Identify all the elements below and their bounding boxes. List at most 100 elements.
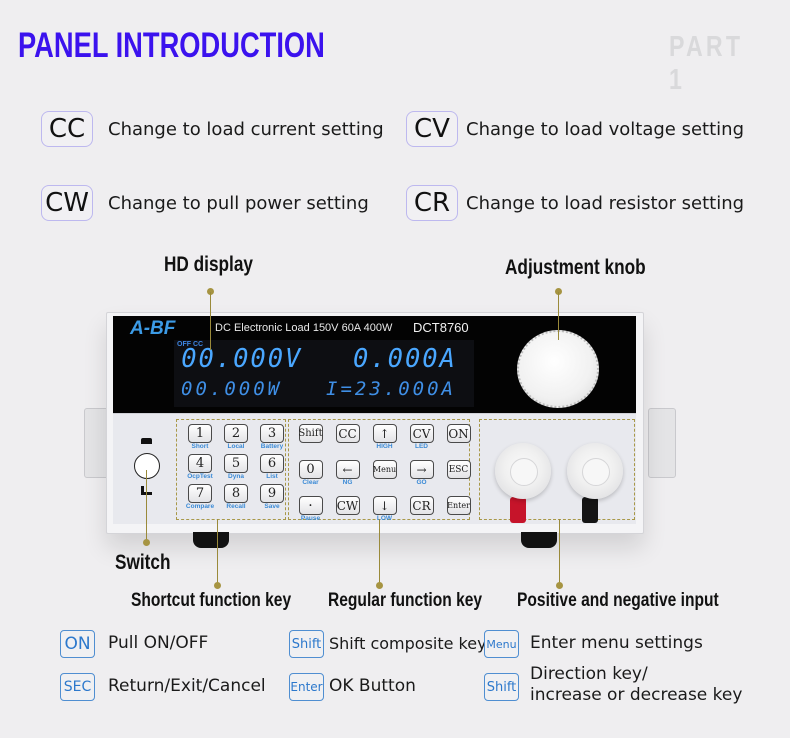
key-4[interactable]: 4 OcpTest (182, 454, 218, 480)
positive-post (510, 497, 526, 523)
callout-line (210, 292, 211, 350)
key-6[interactable]: 6 List (254, 454, 290, 480)
key-cap[interactable]: Enter (446, 496, 471, 515)
mode-badge-cc: CC (41, 111, 93, 147)
callout-line (146, 470, 147, 541)
key-9[interactable]: 9 Save (254, 484, 290, 510)
legend-text: Pull ON/OFF (108, 633, 209, 653)
key-right[interactable]: → GO (403, 460, 440, 492)
right-foot (521, 532, 557, 548)
key-0[interactable]: 0 Clear (292, 460, 329, 492)
key-2[interactable]: 2 Local (218, 424, 254, 450)
lcd-setpoint: I=23.000A (326, 378, 456, 400)
legend-text: increase or decrease key (530, 685, 743, 705)
key-down[interactable]: ↓ LOW (366, 496, 403, 528)
legend-text: Return/Exit/Cancel (108, 676, 266, 696)
callout-switch: Switch (115, 551, 171, 574)
legend-badge-on: ON (60, 630, 95, 658)
key-label: List (266, 473, 278, 480)
legend-badge-shift: Shift (289, 630, 324, 658)
key-cap[interactable]: CC (335, 424, 360, 443)
key-on[interactable]: ON (440, 424, 477, 456)
mode-cr: CR Change to load resistor setting (406, 185, 744, 221)
legend-badge-menu: Menu (484, 630, 519, 658)
mode-description: Change to load voltage setting (466, 118, 744, 140)
callout-regular-keys: Regular function key (328, 590, 483, 611)
key-label: Compare (185, 503, 215, 510)
key-cap[interactable]: 1 (188, 424, 212, 443)
key-cap[interactable]: · (298, 496, 323, 515)
key-cw[interactable]: CW (329, 496, 366, 528)
key-left[interactable]: ← NG (329, 460, 366, 492)
key-cap[interactable]: ON (446, 424, 471, 443)
key-label: NG (342, 479, 353, 486)
key-7[interactable]: 7 Compare (182, 484, 218, 510)
lcd-current: 0.000A (353, 344, 457, 374)
key-label: GO (416, 479, 427, 486)
lcd-voltage: 00.000V (181, 344, 303, 374)
power-switch[interactable] (134, 453, 160, 479)
part-label: PART 1 (669, 31, 744, 96)
key-cap[interactable]: 6 (260, 454, 284, 473)
right-arrow-icon[interactable]: → (409, 460, 434, 479)
left-foot (193, 532, 229, 548)
callout-dot (376, 582, 383, 589)
power-on-symbol-icon (141, 438, 152, 444)
key-3[interactable]: 3 Battery (254, 424, 290, 450)
key-cv[interactable]: CV LED (403, 424, 440, 456)
key-cap[interactable]: 0 (298, 460, 323, 479)
key-cap[interactable]: 7 (188, 484, 212, 503)
key-8[interactable]: 8 Recall (218, 484, 254, 510)
key-enter[interactable]: Enter (440, 496, 477, 528)
key-esc[interactable]: ESC (440, 460, 477, 492)
key-cap[interactable]: 8 (224, 484, 248, 503)
key-cc[interactable]: CC (329, 424, 366, 456)
callout-hd-display: HD display (164, 253, 253, 276)
key-label: HIGH (376, 443, 393, 450)
key-menu[interactable]: Menu (366, 460, 403, 492)
key-cap[interactable]: 4 (188, 454, 212, 473)
legend-text: Shift composite key (329, 634, 487, 653)
callout-shortcut-keys: Shortcut function key (131, 590, 292, 611)
right-handle-bracket (648, 408, 676, 478)
callout-line (559, 519, 560, 584)
positive-terminal[interactable] (495, 443, 551, 499)
key-up[interactable]: ↑ HIGH (366, 424, 403, 456)
key-cap[interactable]: Menu (372, 460, 397, 479)
key-cr[interactable]: CR (403, 496, 440, 528)
key-cap[interactable]: CV (409, 424, 434, 443)
adjustment-knob[interactable] (517, 330, 599, 408)
mode-badge-cw: CW (41, 185, 93, 221)
key-cap[interactable]: 9 (260, 484, 284, 503)
page-title: PANEL INTRODUCTION (18, 26, 325, 65)
key-shift[interactable]: Shift (292, 424, 329, 456)
key-label: Dyna (228, 473, 244, 480)
up-arrow-icon[interactable]: ↑ (372, 424, 397, 443)
mode-cw: CW Change to pull power setting (41, 185, 369, 221)
key-label: Battery (260, 443, 284, 450)
lcd-power: 00.000W (181, 378, 283, 400)
key-cap[interactable]: CW (335, 496, 360, 515)
legend-badge-sec: SEC (60, 673, 95, 701)
callout-dot (143, 539, 150, 546)
down-arrow-icon[interactable]: ↓ (372, 496, 397, 515)
mode-badge-cr: CR (406, 185, 458, 221)
left-arrow-icon[interactable]: ← (335, 460, 360, 479)
device-description: DC Electronic Load 150V 60A 400W (215, 322, 393, 334)
key-cap[interactable]: ESC (446, 460, 471, 479)
legend-badge-enter: Enter (289, 673, 324, 701)
negative-terminal[interactable] (567, 443, 623, 499)
mode-description: Change to load current setting (108, 118, 384, 140)
key-label: Short (191, 443, 209, 450)
key-cap[interactable]: 2 (224, 424, 248, 443)
callout-line (217, 519, 218, 584)
key-cap[interactable]: Shift (298, 424, 323, 443)
key-5[interactable]: 5 Dyna (218, 454, 254, 480)
key-1[interactable]: 1 Short (182, 424, 218, 450)
key-label: Local (227, 443, 245, 450)
key-cap[interactable]: CR (409, 496, 434, 515)
key-cap[interactable]: 5 (224, 454, 248, 473)
power-off-symbol-icon (141, 486, 155, 495)
key-cap[interactable]: 3 (260, 424, 284, 443)
key-dot[interactable]: · Pause (292, 496, 329, 528)
